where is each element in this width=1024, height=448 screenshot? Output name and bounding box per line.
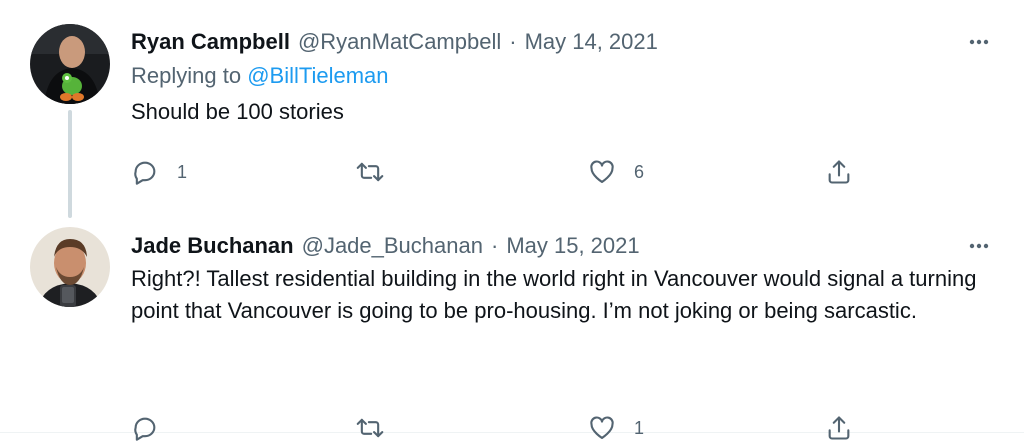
author-name[interactable]: Ryan Campbell	[131, 27, 290, 57]
replying-mention-link[interactable]: @BillTieleman	[247, 63, 388, 88]
avatar[interactable]	[30, 227, 110, 307]
reply-icon	[131, 414, 159, 442]
tweet-header: Jade Buchanan @Jade_Buchanan · May 15, 2…	[131, 231, 994, 261]
author-name[interactable]: Jade Buchanan	[131, 231, 294, 261]
header-separator: ·	[509, 29, 517, 54]
share-button[interactable]	[825, 408, 853, 448]
retweet-icon	[356, 158, 384, 186]
retweet-button[interactable]	[356, 152, 402, 192]
tweet-ryan-campbell[interactable]: Ryan Campbell @RyanMatCampbell · May 14,…	[0, 0, 1024, 218]
more-icon[interactable]	[964, 27, 994, 57]
tweet-content: Jade Buchanan @Jade_Buchanan · May 15, 2…	[131, 231, 994, 441]
like-icon	[588, 158, 616, 186]
action-bar: 1	[131, 408, 871, 448]
retweet-button[interactable]	[356, 408, 402, 448]
like-button[interactable]: 1	[588, 408, 644, 448]
tweet-jade-buchanan[interactable]: Jade Buchanan @Jade_Buchanan · May 15, 2…	[0, 215, 1024, 441]
retweet-icon	[356, 414, 384, 442]
like-count: 6	[634, 161, 645, 182]
share-icon	[825, 414, 853, 442]
author-handle[interactable]: @Jade_Buchanan	[302, 231, 483, 261]
more-icon[interactable]	[964, 231, 994, 261]
share-button[interactable]	[825, 152, 853, 192]
reply-icon	[131, 158, 159, 186]
thread-line	[68, 110, 72, 218]
header-separator: ·	[490, 233, 499, 258]
share-icon	[825, 158, 853, 186]
author-handle[interactable]: @RyanMatCampbell	[298, 27, 501, 57]
tweet-date[interactable]: May 15, 2021	[506, 231, 639, 261]
reply-button[interactable]	[131, 408, 177, 448]
reply-button[interactable]: 1	[131, 152, 187, 192]
action-bar: 1 6	[131, 152, 871, 192]
tweet-header: Ryan Campbell @RyanMatCampbell · May 14,…	[131, 27, 994, 57]
replying-prefix: Replying to	[131, 63, 248, 88]
like-icon	[588, 414, 616, 442]
like-count: 1	[634, 417, 645, 438]
tweet-content: Ryan Campbell @RyanMatCampbell · May 14,…	[131, 27, 994, 185]
tweet-date[interactable]: May 14, 2021	[525, 27, 658, 57]
tweet-text: Right?! Tallest residential building in …	[131, 266, 977, 323]
tweet-text: Should be 100 stories	[131, 99, 344, 124]
avatar[interactable]	[30, 24, 110, 104]
like-button[interactable]: 6	[588, 152, 644, 192]
replying-to: Replying to @BillTieleman	[131, 61, 994, 91]
reply-count: 1	[177, 161, 188, 182]
